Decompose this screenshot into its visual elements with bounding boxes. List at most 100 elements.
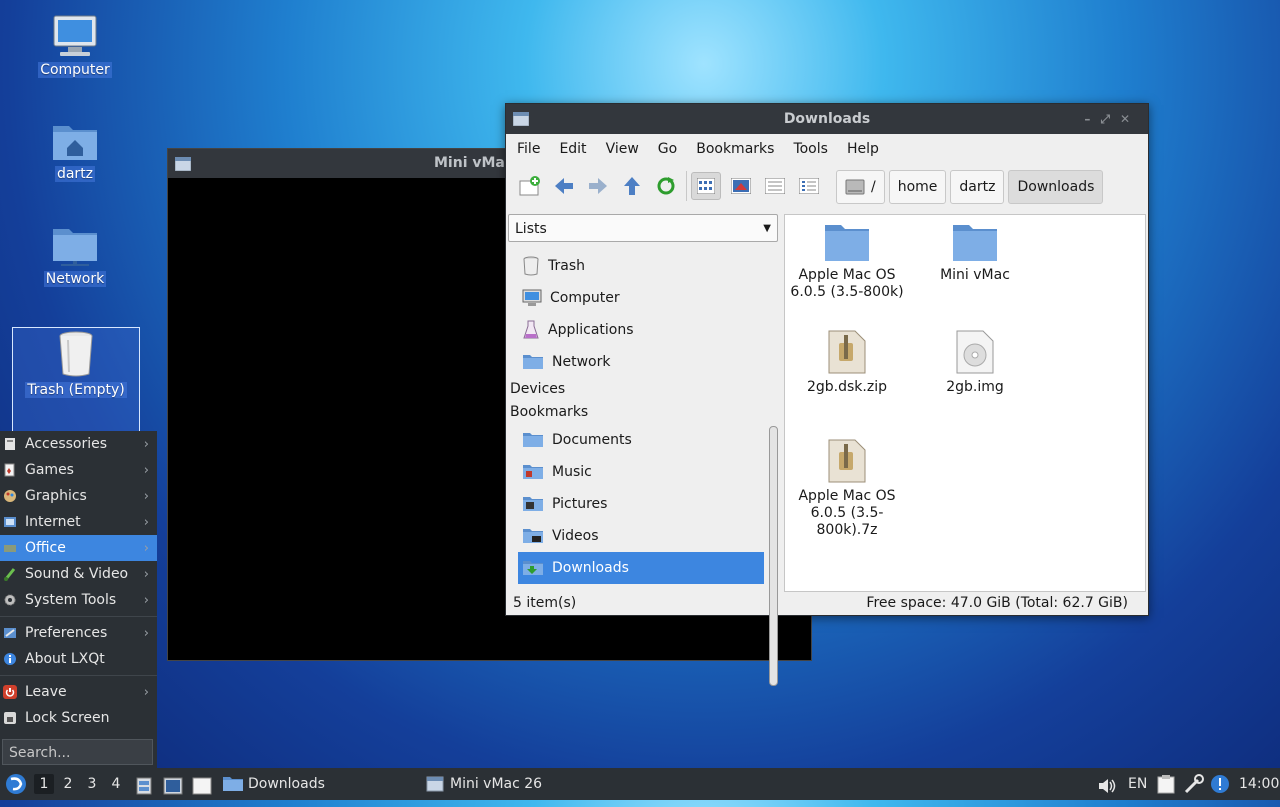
place-network[interactable]: Network [508, 346, 764, 378]
bookmarks-header[interactable]: Bookmarks [508, 401, 764, 424]
path-root-button[interactable]: / [836, 170, 885, 204]
devices-header[interactable]: Devices [508, 378, 764, 401]
menu-tools[interactable]: Tools [786, 141, 835, 157]
place-computer[interactable]: Computer [508, 282, 764, 314]
side-pane: Lists ▼ Trash Computer Applications Netw… [508, 214, 780, 686]
bookmark-videos[interactable]: Videos [508, 520, 764, 552]
chevron-right-icon: › [143, 540, 149, 556]
power-icon [3, 685, 17, 699]
file-item[interactable]: 2gb.dsk.zip [785, 329, 909, 396]
up-arrow-icon [624, 177, 640, 195]
menu-help[interactable]: Help [840, 141, 886, 157]
keyboard-layout-indicator[interactable]: EN [1128, 768, 1147, 800]
info-icon [3, 652, 17, 666]
detailed-view-button[interactable] [795, 172, 823, 200]
menu-games[interactable]: Games › [0, 457, 157, 483]
task-label: Mini vMac 26 [450, 776, 543, 792]
path-user-button[interactable]: dartz [950, 170, 1005, 204]
desktop-icon-computer[interactable]: Computer [11, 14, 139, 78]
file-name: 2gb.dsk.zip [807, 379, 887, 395]
menu-label: Office [25, 540, 66, 556]
documents-folder-icon [523, 433, 543, 447]
window-controls[interactable]: –⤢✕ [1084, 104, 1140, 134]
bookmark-music[interactable]: Music [508, 456, 764, 488]
menu-preferences[interactable]: Preferences › [0, 620, 157, 646]
quicklaunch-terminal[interactable] [163, 775, 183, 795]
reload-button[interactable] [652, 172, 680, 200]
accessories-icon [3, 437, 17, 451]
workspace-3[interactable]: 3 [82, 774, 102, 794]
desktop-icon-network[interactable]: Network [11, 225, 139, 287]
new-tab-button[interactable] [516, 172, 544, 200]
workspace-4[interactable]: 4 [106, 774, 126, 794]
workspace-2[interactable]: 2 [58, 774, 78, 794]
window-titlebar[interactable]: Downloads –⤢✕ [506, 104, 1148, 134]
file-item[interactable]: Mini vMac [913, 221, 1037, 284]
minimize-icon[interactable]: – [1084, 112, 1100, 126]
menu-internet[interactable]: Internet › [0, 509, 157, 535]
menu-bookmarks[interactable]: Bookmarks [689, 141, 781, 157]
side-pane-mode-select[interactable]: Lists ▼ [508, 214, 778, 242]
bookmark-label: Pictures [552, 496, 608, 512]
bookmark-downloads[interactable]: Downloads [518, 552, 764, 584]
bookmark-label: Documents [552, 432, 632, 448]
menu-search-input[interactable]: Search... [2, 739, 153, 765]
compact-view-button[interactable] [761, 172, 789, 200]
volume-button[interactable] [1097, 775, 1117, 793]
menu-label: Games [25, 462, 74, 478]
quicklaunch-file-manager[interactable] [136, 775, 152, 795]
start-menu-button[interactable] [5, 773, 27, 795]
file-name: 2gb.img [946, 379, 1004, 395]
place-trash[interactable]: Trash [508, 250, 764, 282]
file-view[interactable]: Apple Mac OS 6.0.5 (3.5-800k) Mini vMac … [784, 214, 1146, 592]
file-item[interactable]: Apple Mac OS 6.0.5 (3.5-800k).7z [785, 438, 909, 539]
clock[interactable]: 14:00 [1239, 768, 1279, 800]
menu-office[interactable]: Office › [0, 535, 157, 561]
quicklaunch-show-desktop[interactable] [192, 775, 212, 795]
menu-lock-screen[interactable]: Lock Screen [0, 705, 157, 731]
clipboard-button[interactable] [1157, 774, 1175, 794]
menu-sound-video[interactable]: Sound & Video › [0, 561, 157, 587]
workspace-1[interactable]: 1 [34, 774, 54, 794]
task-minivmac[interactable]: Mini vMac 26 [426, 768, 542, 800]
forward-button[interactable] [584, 172, 612, 200]
menu-label: Sound & Video [25, 566, 129, 582]
menu-edit[interactable]: Edit [552, 141, 593, 157]
side-pane-scrollbar[interactable] [769, 426, 778, 686]
close-icon[interactable]: ✕ [1120, 112, 1140, 126]
menu-about-lxqt[interactable]: About LXQt [0, 646, 157, 672]
thumbnail-view-button[interactable] [727, 172, 755, 200]
file-item[interactable]: Apple Mac OS 6.0.5 (3.5-800k) [785, 221, 909, 301]
menu-graphics[interactable]: Graphics › [0, 483, 157, 509]
computer-icon [522, 289, 542, 306]
icon-view-button[interactable] [691, 172, 721, 200]
path-home-button[interactable]: home [888, 170, 947, 204]
notification-button[interactable] [1210, 774, 1230, 794]
item-count: 5 item(s) [513, 595, 577, 611]
home-folder-icon [53, 126, 97, 160]
desktop-icon-trash[interactable]: Trash (Empty) [12, 327, 140, 433]
menu-accessories[interactable]: Accessories › [0, 431, 157, 457]
file-name: Mini vMac [940, 267, 1010, 283]
desktop-icon-home[interactable]: dartz [11, 120, 139, 182]
speaker-icon [1099, 779, 1116, 793]
bookmark-label: Downloads [552, 560, 629, 576]
menu-file[interactable]: File [510, 141, 547, 157]
up-button[interactable] [618, 172, 646, 200]
place-applications[interactable]: Applications [508, 314, 764, 346]
network-button[interactable] [1184, 774, 1204, 794]
file-manager-window[interactable]: Downloads –⤢✕ File Edit View Go Bookmark… [505, 103, 1149, 686]
task-downloads[interactable]: Downloads [222, 768, 325, 800]
menu-system-tools[interactable]: System Tools › [0, 587, 157, 613]
menu-go[interactable]: Go [651, 141, 684, 157]
bookmark-pictures[interactable]: Pictures [508, 488, 764, 520]
file-item[interactable]: 2gb.img [913, 329, 1037, 396]
bookmark-documents[interactable]: Documents [508, 424, 764, 456]
menu-view[interactable]: View [599, 141, 646, 157]
maximize-icon[interactable]: ⤢ [1100, 112, 1120, 126]
taskbar: 1 2 3 4 Downloads Mini vMac 26 EN 14:00 [0, 768, 1280, 800]
menu-label: Lock Screen [25, 710, 110, 726]
menu-leave[interactable]: Leave › [0, 679, 157, 705]
back-button[interactable] [550, 172, 578, 200]
path-current-button[interactable]: Downloads [1008, 170, 1104, 204]
